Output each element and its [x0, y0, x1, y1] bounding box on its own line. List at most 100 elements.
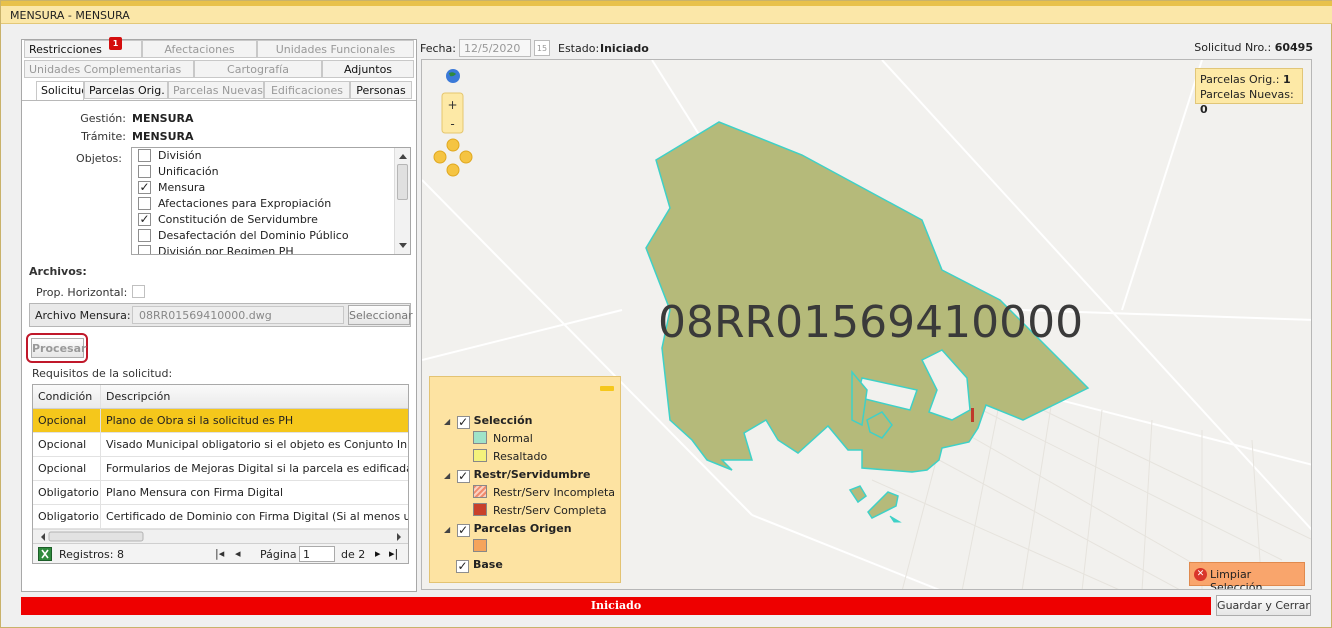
objetos-list[interactable]: División Unificación ✓ Mensura Afectacion…	[131, 147, 411, 255]
list-item[interactable]: Unificación	[132, 164, 410, 180]
tab-row-2: Unidades Complementarias Cartografía Adj…	[24, 60, 414, 78]
checkbox[interactable]	[138, 229, 151, 242]
list-scrollbar[interactable]	[394, 148, 410, 254]
estado-value: Iniciado	[600, 42, 649, 55]
table-row[interactable]: Opcional Plano de Obra si la solicitud e…	[33, 409, 408, 433]
servidumbre-mark[interactable]	[971, 408, 974, 422]
orig-value: 1	[1282, 73, 1291, 86]
horizontal-scrollbar[interactable]	[33, 529, 408, 543]
tab-parcelas-nuevas[interactable]: Parcelas Nuevas	[168, 81, 264, 99]
guardar-cerrar-button[interactable]: Guardar y Cerrar	[1216, 595, 1311, 616]
condicion-cell: Opcional	[33, 433, 101, 456]
window-title: MENSURA - MENSURA	[1, 6, 1332, 24]
parcel-fragment[interactable]	[848, 485, 867, 504]
pagina-label: Página	[260, 548, 297, 561]
tab-personas[interactable]: Personas	[350, 81, 412, 99]
archivo-mensura-field[interactable]: 08RR01569410000.dwg	[132, 306, 344, 324]
checkbox-checked[interactable]: ✓	[456, 524, 470, 537]
grid-footer: Registros: 8 |◂ ◂ Página 1 de 2 ▸ ▸|	[33, 543, 408, 563]
checkbox-checked[interactable]: ✓	[456, 470, 470, 483]
checkbox[interactable]	[138, 165, 151, 178]
expand-arrow-icon[interactable]: ◢	[444, 525, 450, 534]
next-page-icon[interactable]: ▸	[375, 547, 381, 560]
list-item[interactable]: División	[132, 148, 410, 164]
objeto-label: Mensura	[158, 181, 206, 194]
checkbox-checked[interactable]: ✓	[138, 213, 151, 226]
tab-afectaciones[interactable]: Afectaciones	[142, 40, 257, 58]
expand-arrow-icon[interactable]: ◢	[444, 417, 450, 426]
expand-arrow-icon[interactable]: ◢	[444, 471, 450, 480]
table-row[interactable]: Opcional Formularios de Mejoras Digital …	[33, 457, 408, 481]
scrollbar-thumb[interactable]	[397, 164, 408, 200]
tab-parcelas-orig[interactable]: Parcelas Orig.	[84, 81, 168, 99]
column-header[interactable]: Descripción	[101, 385, 408, 408]
zoom-in-button[interactable]: +	[447, 98, 457, 112]
list-item[interactable]: Desafectación del Dominio Público	[132, 228, 410, 244]
tab-restricciones[interactable]: Restricciones 1	[24, 37, 142, 58]
checkbox[interactable]	[138, 245, 151, 254]
page-number-input[interactable]: 1	[299, 546, 335, 562]
zoom-control[interactable]: + -	[441, 92, 464, 134]
legend-group-base[interactable]: ✓ Base	[456, 558, 503, 573]
seleccionar-button[interactable]: Seleccionar	[348, 305, 413, 325]
first-page-icon[interactable]: |◂	[215, 547, 224, 560]
table-row[interactable]: Obligatorio Plano Mensura con Firma Digi…	[33, 481, 408, 505]
checkbox-checked[interactable]: ✓	[456, 560, 469, 573]
legend-group-label: Restr/Servidumbre	[473, 468, 591, 481]
tramite-value: MENSURA	[132, 130, 194, 143]
legend-item-label: Restr/Serv Incompleta	[493, 486, 616, 499]
legend-group-label: Base	[473, 558, 503, 571]
calendar-icon[interactable]: 15	[534, 40, 550, 56]
checkbox-checked[interactable]: ✓	[138, 181, 151, 194]
objeto-label: Desafectación del Dominio Público	[158, 229, 349, 242]
excel-export-icon[interactable]	[38, 547, 52, 561]
requisitos-grid: Condición Descripción Opcional Plano de …	[32, 384, 409, 564]
legend-item-label: Normal	[493, 432, 533, 445]
column-header[interactable]: Condición	[33, 385, 101, 408]
list-item[interactable]: ✓ Mensura	[132, 180, 410, 196]
descripcion-cell: Plano Mensura con Firma Digital	[106, 486, 284, 499]
prev-page-icon[interactable]: ◂	[235, 547, 241, 560]
list-item[interactable]: División por Regimen PH	[132, 244, 410, 254]
list-item[interactable]: ✓ Constitución de Servidumbre	[132, 212, 410, 228]
zoom-out-button[interactable]: -	[450, 117, 454, 131]
tab-unidades-funcionales[interactable]: Unidades Funcionales	[257, 40, 414, 58]
scroll-arrows-icon	[41, 531, 401, 542]
tab-cartografia[interactable]: Cartografía	[194, 60, 322, 78]
checkbox[interactable]	[138, 149, 151, 162]
globe-icon[interactable]	[446, 69, 460, 83]
tab-edificaciones[interactable]: Edificaciones	[264, 81, 350, 99]
tab-adjuntos[interactable]: Adjuntos	[322, 60, 414, 78]
application-window: MENSURA - MENSURA Restricciones 1 Afecta…	[0, 0, 1332, 628]
parcel-fragment[interactable]	[889, 515, 902, 523]
last-page-icon[interactable]: ▸|	[389, 547, 398, 560]
solicitud-label: Solicitud Nro.:	[1194, 41, 1272, 54]
tab-unidades-complementarias[interactable]: Unidades Complementarias	[24, 60, 194, 78]
tab-row-1: Restricciones 1 Afectaciones Unidades Fu…	[24, 37, 414, 58]
table-row[interactable]: Obligatorio Certificado de Dominio con F…	[33, 505, 408, 529]
parcel-fragment[interactable]	[867, 491, 899, 519]
gestion-label: Gestión:	[80, 112, 126, 125]
nuevas-value: 0	[1200, 103, 1208, 116]
list-item[interactable]: Afectaciones para Expropiación	[132, 196, 410, 212]
legend-group-parcelas-origen[interactable]: ◢ ✓ Parcelas Origen	[444, 522, 572, 537]
limpiar-seleccion-button[interactable]: ✕ Limpiar Selección	[1189, 562, 1305, 589]
archivo-mensura-label: Archivo Mensura:	[35, 309, 131, 322]
tab-row-3: Solicitud Parcelas Orig. Parcelas Nuevas…	[36, 81, 412, 101]
map-view[interactable]: 08RR01569410000 + - Parcelas Orig.: 1 Pa…	[421, 59, 1312, 590]
pan-control-icon[interactable]	[433, 138, 473, 177]
prop-horizontal-checkbox[interactable]	[132, 285, 145, 298]
tab-solicitud[interactable]: Solicitud	[36, 81, 84, 101]
gestion-value: MENSURA	[132, 112, 194, 125]
fecha-field[interactable]: 12/5/2020	[459, 39, 531, 57]
legend-group-restr[interactable]: ◢ ✓ Restr/Servidumbre	[444, 468, 591, 483]
procesar-button[interactable]: Procesar	[31, 338, 86, 358]
legend-group-seleccion[interactable]: ◢ ✓ Selección	[444, 414, 532, 429]
checkbox-checked[interactable]: ✓	[456, 416, 470, 429]
table-row[interactable]: Opcional Visado Municipal obligatorio si…	[33, 433, 408, 457]
solicitud-number: Solicitud Nro.: 60495	[1194, 41, 1313, 54]
orig-row: Parcelas Orig.: 1	[1200, 72, 1298, 87]
legend-collapse-icon[interactable]	[600, 386, 614, 391]
right-panel: Fecha: 12/5/2020 15 Estado: Iniciado Sol…	[420, 39, 1313, 592]
checkbox[interactable]	[138, 197, 151, 210]
